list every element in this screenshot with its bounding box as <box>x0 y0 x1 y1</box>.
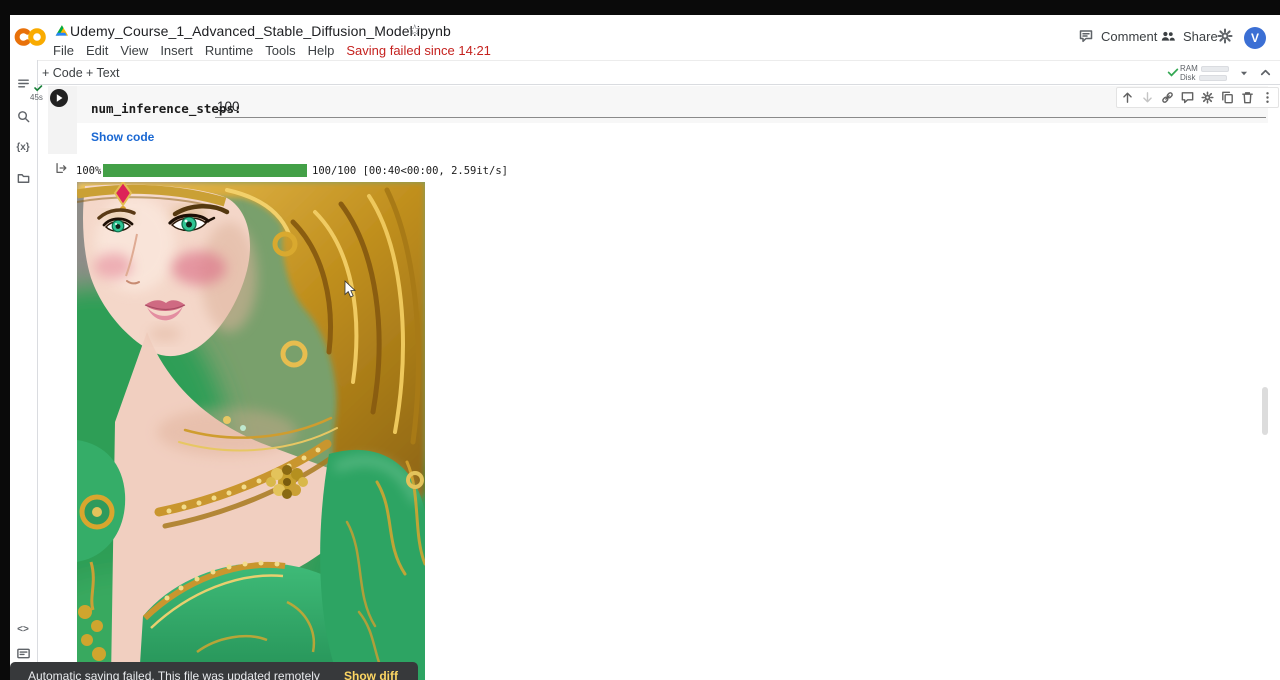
num-inference-steps-input[interactable] <box>215 97 1266 118</box>
progress-percent: 100% <box>76 165 101 177</box>
notebook-toolbar: + Code + Text RAM Disk <box>10 60 1280 85</box>
connected-check-icon <box>1166 65 1180 79</box>
vertical-scrollbar[interactable] <box>1262 387 1268 435</box>
cell-toolbar <box>1116 87 1279 108</box>
terminal-icon[interactable] <box>15 645 31 661</box>
progress-stats: 100/100 [00:40<00:00, 2.59it/s] <box>312 165 508 177</box>
menu-view[interactable]: View <box>114 43 154 58</box>
share-label: Share <box>1183 29 1218 44</box>
menu-file[interactable]: File <box>47 43 80 58</box>
menu-insert[interactable]: Insert <box>154 43 199 58</box>
comment-icon <box>1078 28 1094 44</box>
ram-label: RAM <box>1180 64 1198 73</box>
left-sidebar: {x} <> <box>10 60 38 680</box>
cell-settings-gear-icon[interactable] <box>1199 89 1216 106</box>
variables-icon[interactable]: {x} <box>15 139 31 155</box>
add-code-button[interactable]: + Code <box>42 66 83 80</box>
menu-runtime[interactable]: Runtime <box>199 43 259 58</box>
cell-comment-icon[interactable] <box>1179 89 1196 106</box>
files-folder-icon[interactable] <box>15 170 31 186</box>
ram-bar <box>1201 66 1229 72</box>
show-code-link[interactable]: Show code <box>91 130 154 144</box>
link-to-cell-icon[interactable] <box>1159 89 1176 106</box>
add-text-button[interactable]: + Text <box>86 66 119 80</box>
move-cell-up-icon[interactable] <box>1119 89 1136 106</box>
progress-bar <box>103 164 307 177</box>
drive-icon <box>55 24 69 37</box>
move-cell-down-icon[interactable] <box>1139 89 1156 106</box>
colab-window: Udemy_Course_1_Advanced_Stable_Diffusion… <box>10 15 1280 680</box>
progress-bar-fill <box>103 164 307 177</box>
comment-label: Comment <box>1101 29 1157 44</box>
generated-image <box>77 182 425 680</box>
menubar: File Edit View Insert Runtime Tools Help… <box>47 41 491 59</box>
comment-button[interactable]: Comment <box>1078 28 1157 44</box>
table-of-contents-icon[interactable] <box>15 75 31 91</box>
people-icon <box>1160 28 1176 44</box>
copy-cell-icon[interactable] <box>1219 89 1236 106</box>
toast-message: Automatic saving failed. This file was u… <box>28 669 330 680</box>
collapse-chevron-up-icon[interactable] <box>1258 65 1273 80</box>
show-diff-link[interactable]: Show diff <box>344 669 398 680</box>
search-icon[interactable] <box>15 108 31 124</box>
disk-label: Disk <box>1180 73 1196 82</box>
star-icon[interactable]: ☆ <box>408 21 421 39</box>
header: Udemy_Course_1_Advanced_Stable_Diffusion… <box>10 15 1280 60</box>
caret-down-icon[interactable] <box>1237 66 1251 80</box>
settings-gear-icon[interactable] <box>1216 27 1234 45</box>
menu-tools[interactable]: Tools <box>259 43 301 58</box>
share-button[interactable]: Share <box>1160 28 1218 44</box>
avatar[interactable]: V <box>1244 27 1266 49</box>
colab-logo-icon[interactable] <box>14 26 46 48</box>
notebook-title[interactable]: Udemy_Course_1_Advanced_Stable_Diffusion… <box>70 23 451 39</box>
save-failed-toast: Automatic saving failed. This file was u… <box>10 662 418 680</box>
delete-cell-icon[interactable] <box>1239 89 1256 106</box>
resource-monitor[interactable]: RAM Disk <box>1180 64 1229 82</box>
menu-help[interactable]: Help <box>302 43 341 58</box>
code-snippets-icon[interactable]: <> <box>15 621 31 637</box>
menu-edit[interactable]: Edit <box>80 43 114 58</box>
disk-bar <box>1199 75 1227 81</box>
save-status[interactable]: Saving failed since 14:21 <box>346 43 491 58</box>
run-cell-button[interactable] <box>50 89 68 107</box>
more-vert-icon[interactable] <box>1259 89 1276 106</box>
cell-output-icon[interactable] <box>54 161 68 175</box>
